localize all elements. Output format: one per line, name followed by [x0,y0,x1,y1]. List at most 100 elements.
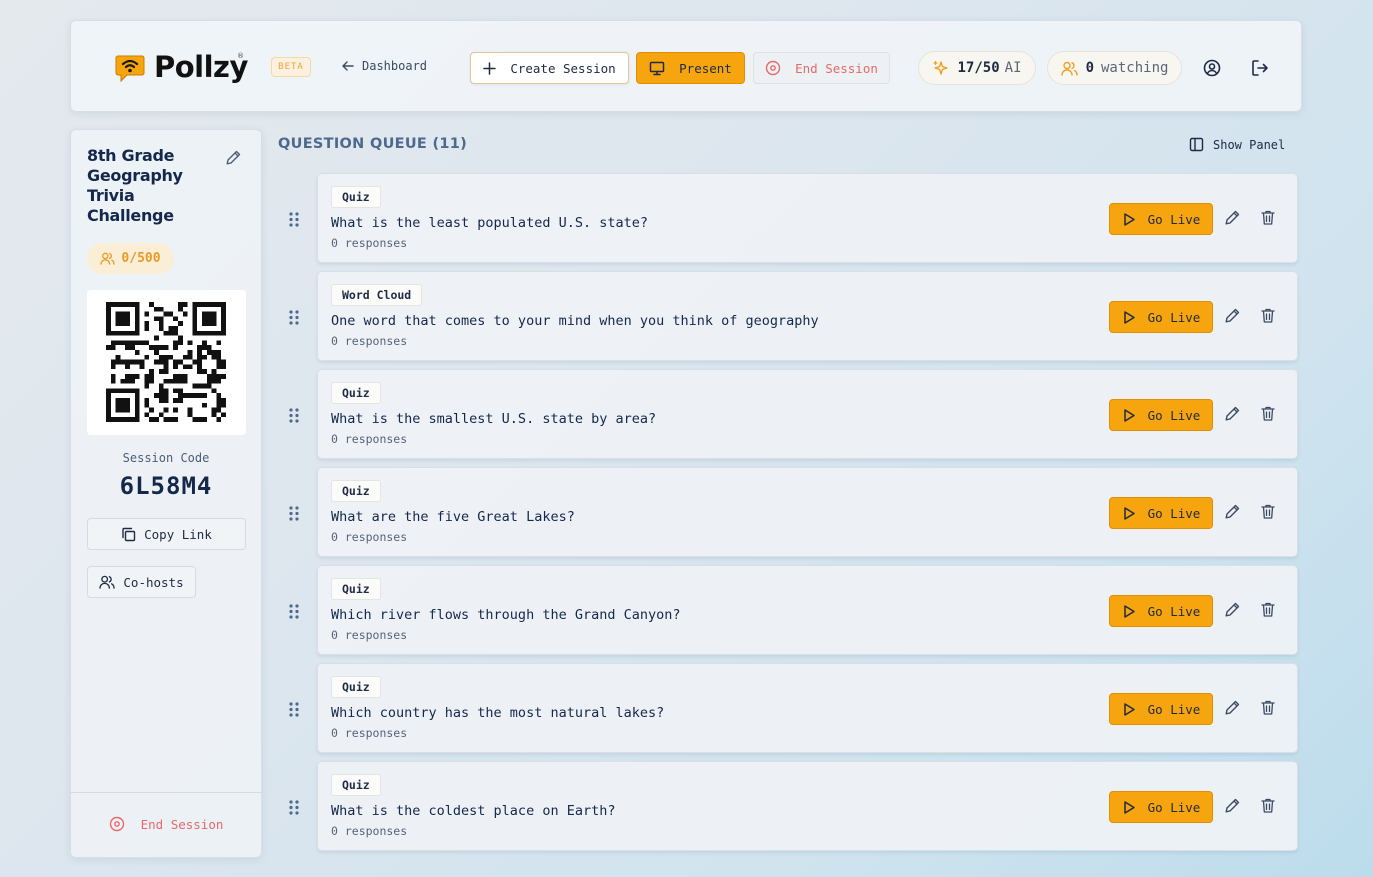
play-icon [1123,212,1135,226]
watching-label: watching [1101,60,1169,76]
edit-icon[interactable] [1224,601,1241,618]
question-type-badge: Quiz [331,676,381,698]
response-count: 0 responses [331,726,408,740]
top-navbar: Pollzy ® BETA Dashboard Create Session P… [70,20,1302,112]
logo[interactable]: Pollzy [114,50,248,85]
question-text: What are the five Great Lakes? [331,509,575,525]
users-icon [99,575,116,589]
play-icon [1123,702,1135,716]
logout-icon[interactable] [1250,58,1270,78]
go-live-label: Go Live [1147,701,1201,717]
ai-credits-pill: 17/50 AI [918,51,1036,85]
show-panel-button[interactable]: Show Panel [1189,137,1285,152]
monitor-icon [649,61,665,75]
question-text: Which river flows through the Grand Cany… [331,607,681,623]
trash-icon[interactable] [1260,601,1276,618]
edit-icon[interactable] [1224,699,1241,716]
trash-icon[interactable] [1260,209,1276,226]
sidebar-divider [71,792,261,793]
go-live-button[interactable]: Go Live [1109,595,1213,627]
qr-modules [106,302,226,422]
question-row: Quiz What is the coldest place on Earth?… [285,761,1299,851]
create-session-label: Create Session [510,60,616,76]
go-live-button[interactable]: Go Live [1109,399,1213,431]
go-live-button[interactable]: Go Live [1109,791,1213,823]
question-type-badge: Quiz [331,382,381,404]
users-icon [100,252,116,265]
go-live-label: Go Live [1147,407,1201,423]
drag-handle-icon[interactable] [288,211,300,228]
go-live-button[interactable]: Go Live [1109,301,1213,333]
question-card: Word Cloud One word that comes to your m… [317,271,1298,361]
panel-icon [1189,137,1204,152]
trash-icon[interactable] [1260,699,1276,716]
question-card: Quiz What is the coldest place on Earth?… [317,761,1298,851]
sidebar-end-session-label: End Session [140,816,224,832]
edit-icon[interactable] [1224,503,1241,520]
ai-label: AI [1004,60,1022,76]
create-session-button[interactable]: Create Session [470,52,629,84]
user-circle-icon[interactable] [1202,58,1222,78]
edit-title-icon[interactable] [225,149,242,166]
trash-icon[interactable] [1260,503,1276,520]
go-live-label: Go Live [1147,505,1201,521]
edit-icon[interactable] [1224,307,1241,324]
play-icon [1123,506,1135,520]
sparkles-icon [933,60,949,75]
question-row: Quiz Which river flows through the Grand… [285,565,1299,655]
cohosts-button[interactable]: Co-hosts [87,566,196,598]
sidebar-end-session-button[interactable]: End Session [71,816,261,832]
beta-badge: BETA [271,57,311,77]
copy-link-label: Copy Link [144,526,212,542]
drag-handle-icon[interactable] [288,603,300,620]
present-button[interactable]: Present [636,52,745,84]
question-card: Quiz What is the smallest U.S. state by … [317,369,1298,459]
end-session-button[interactable]: End Session [753,52,890,84]
session-code: 6L58M4 [119,472,213,500]
drag-handle-icon[interactable] [288,701,300,718]
session-code-label: Session Code [122,451,210,465]
response-count: 0 responses [331,236,408,250]
question-row: Quiz Which country has the most natural … [285,663,1299,753]
stop-circle-icon [109,816,124,832]
arrow-left-icon [342,61,354,71]
watching-pill: 0 watching [1047,51,1182,85]
session-qr-code [87,290,246,435]
play-icon [1123,408,1135,422]
trash-icon[interactable] [1260,307,1276,324]
edit-icon[interactable] [1224,209,1241,226]
response-count: 0 responses [331,334,408,348]
session-title: 8th Grade Geography Trivia Challenge [87,146,183,225]
go-live-label: Go Live [1147,309,1201,325]
participant-count-badge: 0/500 [87,243,174,274]
question-card: Quiz Which river flows through the Grand… [317,565,1298,655]
drag-handle-icon[interactable] [288,309,300,326]
cohosts-label: Co-hosts [123,574,184,590]
go-live-button[interactable]: Go Live [1109,203,1213,235]
question-text: What is the smallest U.S. state by area? [331,411,657,427]
registered-mark: ® [237,52,244,60]
trash-icon[interactable] [1260,405,1276,422]
question-row: Quiz What is the smallest U.S. state by … [285,369,1299,459]
question-type-badge: Quiz [331,186,381,208]
dashboard-link[interactable]: Dashboard [341,59,427,73]
copy-link-button[interactable]: Copy Link [87,518,246,550]
edit-icon[interactable] [1224,405,1241,422]
play-icon [1123,800,1135,814]
dashboard-link-label: Dashboard [362,59,428,73]
trash-icon[interactable] [1260,797,1276,814]
participant-count: 0/500 [121,251,161,266]
go-live-label: Go Live [1147,799,1201,815]
question-card: Quiz What is the least populated U.S. st… [317,173,1298,263]
show-panel-label: Show Panel [1213,137,1286,152]
chat-wifi-logo-icon [115,55,145,83]
question-card: Quiz What are the five Great Lakes? 0 re… [317,467,1298,557]
question-type-badge: Quiz [331,480,381,502]
drag-handle-icon[interactable] [288,407,300,424]
go-live-button[interactable]: Go Live [1109,693,1213,725]
edit-icon[interactable] [1224,797,1241,814]
go-live-button[interactable]: Go Live [1109,497,1213,529]
question-type-badge: Quiz [331,774,381,796]
drag-handle-icon[interactable] [288,799,300,816]
drag-handle-icon[interactable] [288,505,300,522]
